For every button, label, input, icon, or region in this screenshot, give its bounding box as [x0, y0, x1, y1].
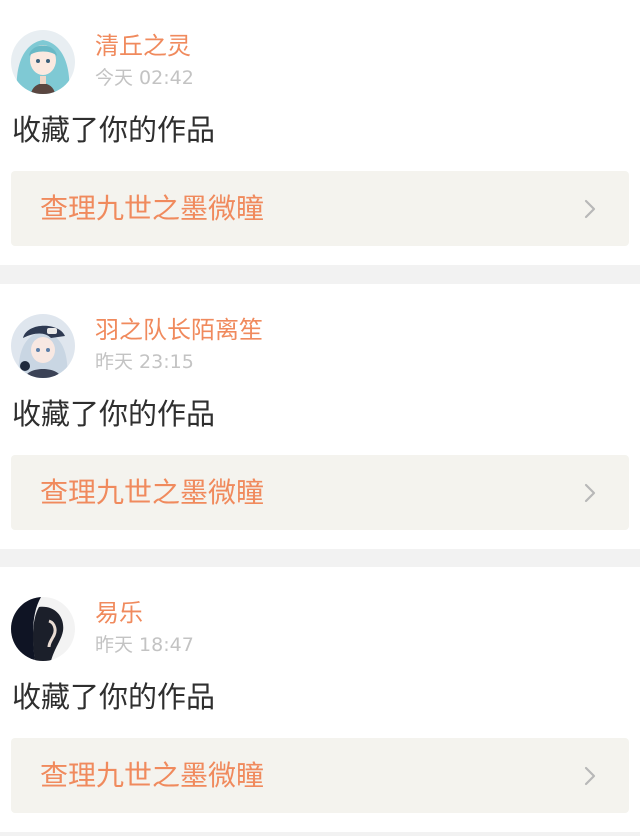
timestamp: 今天 02:42	[95, 67, 194, 89]
notification-card: 清丘之灵 今天 02:42 收藏了你的作品 查理九世之墨微瞳	[0, 0, 640, 265]
notification-feed: 清丘之灵 今天 02:42 收藏了你的作品 查理九世之墨微瞳 羽之队长陌离笙 昨…	[0, 0, 640, 836]
user-avatar[interactable]	[11, 314, 75, 378]
username[interactable]: 易乐	[95, 597, 143, 629]
user-avatar[interactable]	[11, 30, 75, 94]
timestamp: 昨天 23:15	[95, 351, 194, 373]
username[interactable]: 清丘之灵	[95, 30, 191, 62]
work-link-button[interactable]: 查理九世之墨微瞳	[11, 171, 629, 246]
action-text: 收藏了你的作品	[12, 397, 216, 431]
work-link-button[interactable]: 查理九世之墨微瞳	[11, 738, 629, 813]
work-title: 查理九世之墨微瞳	[40, 759, 265, 792]
work-title: 查理九世之墨微瞳	[40, 192, 265, 225]
notification-card: 易乐 昨天 18:47 收藏了你的作品 查理九世之墨微瞳	[0, 567, 640, 832]
action-text: 收藏了你的作品	[12, 113, 216, 147]
anime-girl-teal-hair-avatar	[11, 30, 75, 94]
username[interactable]: 羽之队长陌离笙	[95, 314, 263, 346]
work-title: 查理九世之墨微瞳	[40, 476, 265, 509]
anime-boy-cap-avatar	[11, 314, 75, 378]
work-link-button[interactable]: 查理九世之墨微瞳	[11, 455, 629, 530]
dark-silhouette-avatar	[11, 597, 75, 661]
user-avatar[interactable]	[11, 597, 75, 661]
chevron-right-icon	[584, 483, 596, 503]
chevron-right-icon	[584, 199, 596, 219]
action-text: 收藏了你的作品	[12, 680, 216, 714]
chevron-right-icon	[584, 766, 596, 786]
timestamp: 昨天 18:47	[95, 634, 194, 656]
notification-card: 羽之队长陌离笙 昨天 23:15 收藏了你的作品 查理九世之墨微瞳	[0, 284, 640, 549]
